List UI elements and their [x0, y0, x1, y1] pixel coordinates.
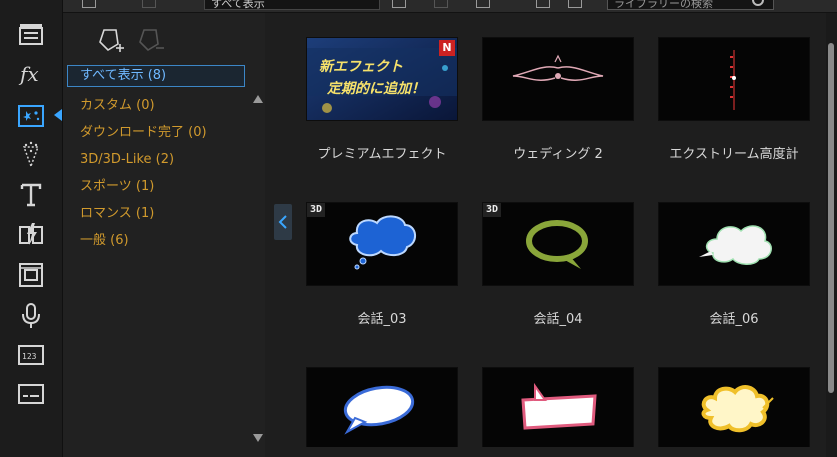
category-romance[interactable]: ロマンス (1) — [80, 204, 154, 224]
category-downloaded[interactable]: ダウンロード完了 (0) — [80, 123, 207, 143]
category-general[interactable]: 一般 (6) — [80, 231, 129, 251]
category-custom[interactable]: カスタム (0) — [80, 96, 155, 116]
filter-select[interactable]: すべて表示 — [204, 0, 380, 10]
svg-text:fx: fx — [18, 62, 39, 86]
svg-text:123: 123 — [22, 352, 37, 361]
effect-label: ウェディング 2 — [513, 147, 603, 162]
effect-tile-talk03[interactable]: 3D — [307, 203, 457, 285]
scroll-up-icon[interactable] — [253, 95, 263, 103]
premium-banner-line2: 定期的に追加！ — [327, 81, 425, 97]
effect-tile-talk06[interactable] — [659, 203, 809, 285]
effect-label: エクストリーム高度計 — [669, 147, 799, 162]
remove-tag-icon[interactable] — [139, 29, 164, 52]
category-sports[interactable]: スポーツ (1) — [80, 177, 154, 197]
altimeter-gauge-icon — [659, 38, 809, 120]
effect-tile-talk04[interactable]: 3D — [483, 203, 633, 285]
effect-tile-altimeter[interactable] — [659, 38, 809, 120]
effect-tile-oval[interactable] — [307, 368, 457, 447]
premium-banner-line1: 新エフェクト — [319, 59, 403, 75]
import-icon[interactable] — [82, 0, 96, 8]
wedding-ornament-icon — [483, 38, 633, 120]
white-cloud-bubble-icon — [659, 203, 809, 285]
room-rail: fx 123 — [0, 0, 63, 457]
category-all[interactable]: すべて表示 (8) — [67, 65, 245, 87]
add-icon[interactable] — [392, 0, 406, 8]
active-room-indicator — [54, 109, 62, 121]
effect-label: 会話_04 — [533, 312, 583, 327]
effects-grid: 新エフェクト 定期的に追加！ N プレミアムエフェクト ウェディング 2 エクス… — [292, 13, 826, 447]
transition-icon[interactable] — [17, 220, 45, 248]
effect-label: プレミアムエフェクト — [317, 147, 447, 162]
add-tag-icon[interactable] — [99, 29, 124, 52]
sound-icon[interactable] — [142, 0, 156, 8]
effect-label: 会話_03 — [357, 312, 407, 327]
blue-speech-bubble-icon — [307, 203, 457, 285]
effect-tile-burst[interactable] — [659, 368, 809, 447]
effect-label: 会話_06 — [709, 312, 759, 327]
scroll-down-icon[interactable] — [253, 434, 263, 442]
title-text-icon[interactable] — [17, 181, 45, 209]
yellow-burst-bubble-icon — [659, 368, 809, 447]
grid-scrollbar-thumb[interactable] — [828, 43, 834, 393]
chapter-icon[interactable]: 123 — [17, 341, 45, 369]
toolbar: すべて表示 ライブラリーの検索 — [62, 0, 837, 13]
effect-tile-premium[interactable]: 新エフェクト 定期的に追加！ N — [307, 38, 457, 120]
particle-icon[interactable] — [17, 102, 45, 130]
sort-icon[interactable] — [536, 0, 550, 8]
microphone-icon[interactable] — [17, 302, 45, 330]
subtitle-icon[interactable] — [17, 380, 45, 408]
effect-tile-rect[interactable] — [483, 368, 633, 447]
new-badge: N — [439, 40, 455, 56]
category-tools — [96, 26, 166, 58]
category-3d[interactable]: 3D/3D-Like (2) — [80, 150, 174, 170]
search-input[interactable]: ライブラリーの検索 — [607, 0, 774, 10]
edit-icon[interactable] — [434, 0, 448, 8]
spray-icon[interactable] — [17, 140, 45, 168]
pip-designer-icon[interactable] — [17, 261, 45, 289]
chevron-left-icon — [278, 215, 287, 229]
grid-scrollbar[interactable] — [826, 13, 837, 457]
white-oval-bubble-icon — [307, 368, 457, 447]
fx-icon[interactable]: fx — [17, 60, 45, 88]
pink-rectangle-bubble-icon — [483, 368, 633, 447]
collapse-panel-button[interactable] — [274, 204, 292, 240]
3d-badge: 3D — [307, 203, 326, 217]
green-speech-bubble-icon — [483, 203, 633, 285]
3d-badge: 3D — [483, 203, 502, 217]
clapperboard-icon[interactable] — [17, 20, 45, 48]
view-icon[interactable] — [568, 0, 582, 8]
effect-tile-wedding[interactable] — [483, 38, 633, 120]
play-icon[interactable] — [476, 0, 490, 8]
category-scrollbar[interactable] — [253, 95, 263, 442]
